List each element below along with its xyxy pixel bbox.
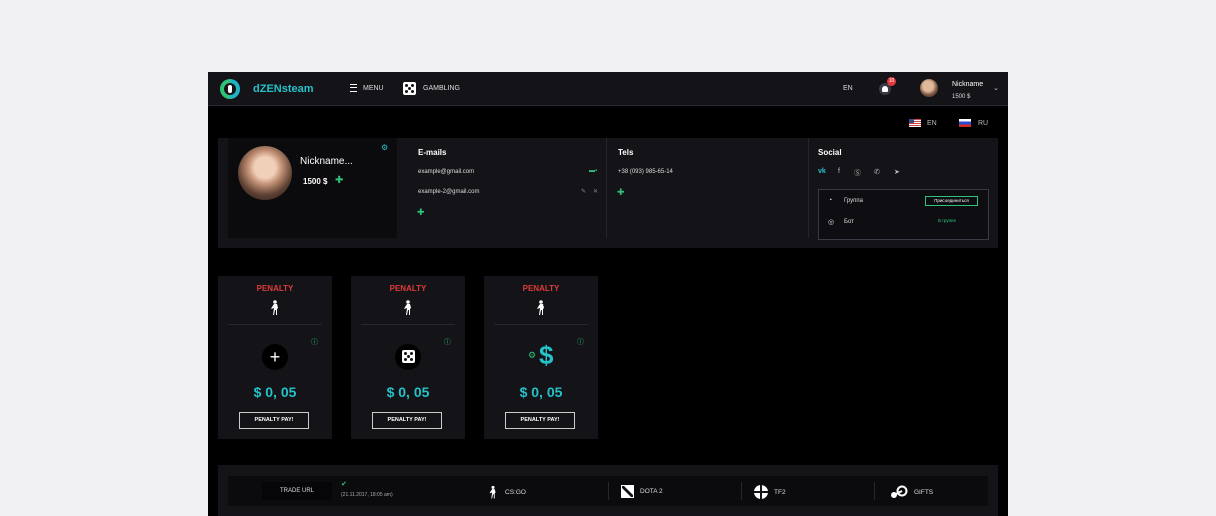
user-nickname[interactable]: Nickname — [952, 81, 983, 88]
language-switch[interactable]: EN — [843, 85, 853, 92]
divider — [741, 482, 742, 500]
menu-button[interactable]: MENU — [350, 84, 384, 92]
whatsapp-icon[interactable]: ✆ — [874, 168, 880, 176]
us-flag-icon[interactable] — [909, 119, 921, 127]
csgo-icon — [489, 485, 496, 499]
profile-avatar — [238, 146, 292, 200]
dota2-icon — [621, 485, 634, 498]
game-label: DOTA 2 — [640, 488, 663, 495]
social-title: Social — [818, 148, 842, 157]
game-label: CS:GO — [505, 489, 526, 496]
language-en[interactable]: EN — [927, 120, 937, 127]
add-balance-button[interactable]: ✚ — [335, 175, 343, 186]
add-tel-button[interactable]: ✚ — [617, 187, 625, 198]
check-icon: ✔ — [341, 481, 347, 488]
game-tab-dota2[interactable]: DOTA 2 — [621, 485, 663, 498]
email-item: example-2@gmail.com — [418, 189, 480, 195]
join-group-button[interactable]: Присоединиться — [925, 196, 978, 206]
edit-icon[interactable]: ✎ — [581, 188, 586, 195]
menu-label: MENU — [363, 84, 384, 92]
bot-icon: ◎ — [828, 219, 835, 226]
notification-badge: 10 — [887, 77, 896, 86]
bot-status: В группе — [938, 218, 956, 223]
penalty-pay-button[interactable]: PENALTY PAY! — [372, 412, 442, 429]
gambling-label: GAMBLING — [423, 85, 460, 92]
trade-url-button[interactable]: TRADE URL — [262, 482, 332, 500]
info-icon[interactable]: ⓘ — [311, 337, 318, 347]
chevron-down-icon[interactable]: ⌄ — [993, 84, 999, 92]
penalty-pay-button[interactable]: PENALTY PAY! — [239, 412, 309, 429]
toggle-icon[interactable]: ▬▪ — [589, 168, 597, 174]
penalty-amount: $ 0, 05 — [386, 384, 430, 400]
logo-icon[interactable] — [220, 79, 240, 99]
telegram-icon[interactable]: ➤ — [894, 168, 900, 176]
emails-title: E-mails — [418, 148, 447, 157]
gear-icon[interactable]: ⚙ — [381, 143, 388, 152]
trade-date: (21.11.2017, 18:05 am) — [341, 492, 393, 498]
profile-card: Nickname... 1500 $ ✚ ⚙ — [228, 138, 397, 238]
language-ru[interactable]: RU — [978, 120, 988, 127]
app-frame: dZENsteam MENU GAMBLING EN 10 Nickname 1… — [208, 72, 1008, 516]
group-label: Группа — [844, 198, 864, 204]
avatar[interactable] — [920, 79, 938, 97]
add-email-button[interactable]: ✚ — [417, 207, 425, 218]
game-tab-csgo[interactable]: CS:GO — [487, 485, 526, 500]
divider — [874, 482, 875, 500]
divider — [808, 138, 809, 238]
close-icon[interactable]: ✕ — [593, 188, 598, 195]
penalty-amount: $ 0, 05 — [253, 384, 297, 400]
divider — [228, 324, 322, 325]
penalty-pay-button[interactable]: PENALTY PAY! — [505, 412, 575, 429]
tels-title: Tels — [618, 148, 634, 157]
info-icon[interactable]: ⓘ — [444, 337, 451, 347]
divider — [361, 324, 455, 325]
email-item: example@gmail.com — [418, 169, 475, 175]
ru-flag-icon[interactable] — [959, 119, 971, 127]
profile-balance: 1500 $ — [303, 177, 328, 186]
profile-name: Nickname... — [300, 156, 353, 167]
brand-name[interactable]: dZENsteam — [253, 83, 314, 95]
gambling-button[interactable]: GAMBLING — [403, 82, 460, 95]
divider — [606, 138, 607, 238]
steam-icon — [891, 485, 908, 498]
game-tab-tf2[interactable]: TF2 — [754, 485, 786, 499]
top-navbar: dZENsteam MENU GAMBLING EN 10 Nickname 1… — [208, 72, 1008, 106]
penalty-title: PENALTY — [256, 284, 294, 293]
penalty-title: PENALTY — [389, 284, 427, 293]
skype-icon[interactable]: Ⓢ — [854, 168, 861, 178]
divider — [608, 482, 609, 500]
dollar-icon: $ — [539, 340, 554, 370]
soldier-icon — [537, 300, 544, 315]
penalty-amount: $ 0, 05 — [519, 384, 563, 400]
tel-item: +38 (093) 985-65-14 — [618, 169, 673, 175]
facebook-icon[interactable]: f — [838, 168, 840, 175]
game-label: TF2 — [774, 488, 786, 496]
language-row: EN RU — [208, 106, 1008, 138]
penalty-title: PENALTY — [522, 284, 560, 293]
hamburger-icon — [350, 84, 357, 92]
game-label: GIFTS — [914, 488, 934, 496]
penalty-card: PENALTY ⓘ ⚙ $ $ 0, 05 PENALTY PAY! — [484, 276, 598, 439]
game-tab-gifts[interactable]: GIFTS — [888, 485, 933, 499]
divider — [494, 324, 588, 325]
steam-icon: ◔ — [828, 197, 833, 204]
plus-icon: + — [262, 344, 288, 370]
tf2-icon — [754, 485, 768, 499]
vk-icon[interactable]: vk — [818, 168, 826, 175]
penalty-card: PENALTY ⓘ $ 0, 05 PENALTY PAY! — [351, 276, 465, 439]
soldier-icon — [404, 300, 411, 315]
dice-icon — [403, 82, 416, 95]
dice-icon — [395, 344, 421, 370]
info-icon[interactable]: ⓘ — [577, 337, 584, 347]
bot-label: Бот — [844, 219, 854, 225]
soldier-icon — [271, 300, 278, 315]
user-balance: 1500 $ — [952, 94, 971, 100]
gear-icon: ⚙ — [528, 350, 537, 360]
penalty-card: PENALTY ⓘ + $ 0, 05 PENALTY PAY! — [218, 276, 332, 439]
